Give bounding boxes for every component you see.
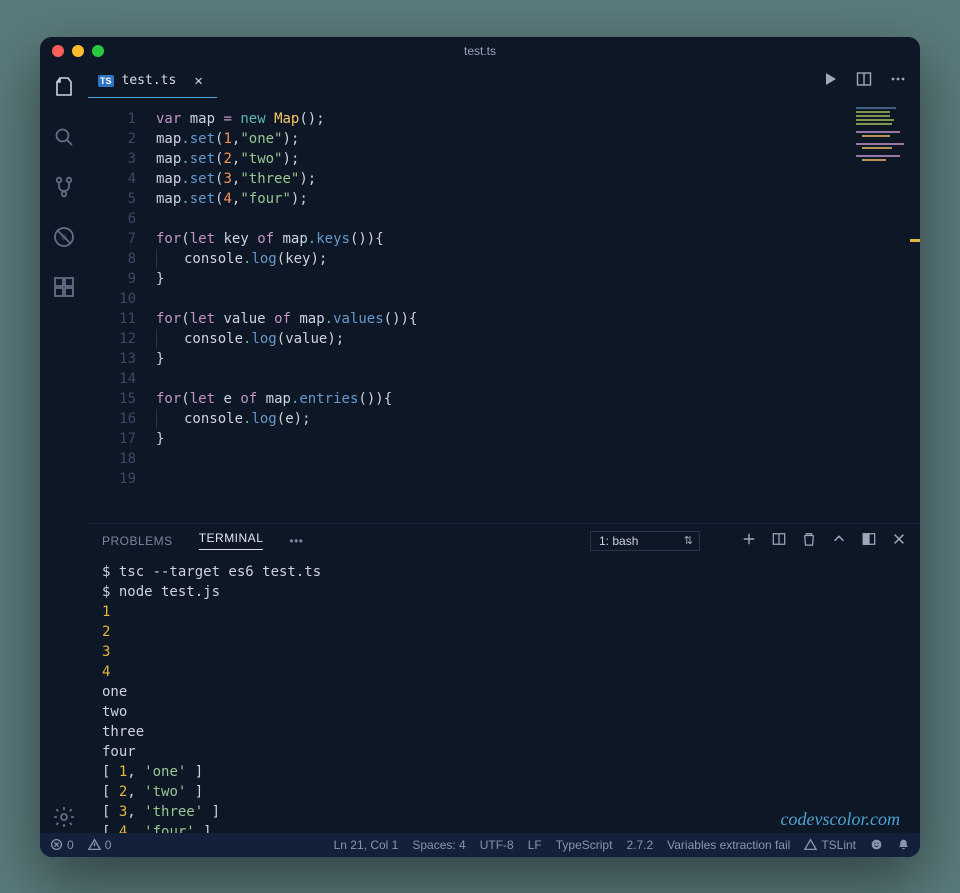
panel-tab-terminal[interactable]: TERMINAL bbox=[199, 531, 264, 550]
activity-bar bbox=[40, 65, 88, 833]
typescript-file-icon: TS bbox=[98, 75, 114, 87]
bottom-panel: PROBLEMS TERMINAL ••• 1: bash $ bbox=[88, 523, 920, 833]
panel-tab-more-icon[interactable]: ••• bbox=[289, 534, 303, 548]
status-warnings[interactable]: 0 bbox=[88, 838, 112, 852]
run-icon[interactable] bbox=[822, 71, 838, 91]
more-actions-icon[interactable] bbox=[890, 71, 906, 91]
code-editor[interactable]: 12345678910111213141516171819 var map = … bbox=[88, 99, 920, 523]
vscode-window: test.ts bbox=[40, 37, 920, 857]
kill-terminal-icon[interactable] bbox=[802, 532, 816, 549]
status-indentation[interactable]: Spaces: 4 bbox=[412, 838, 465, 852]
close-panel-icon[interactable] bbox=[892, 532, 906, 549]
minimap[interactable] bbox=[852, 105, 914, 185]
watermark: codevscolor.com bbox=[781, 809, 900, 829]
new-terminal-icon[interactable] bbox=[742, 532, 756, 549]
split-terminal-icon[interactable] bbox=[772, 532, 786, 549]
status-tslint[interactable]: TSLint bbox=[804, 838, 856, 852]
status-bell-icon[interactable] bbox=[897, 838, 910, 851]
status-cursor-position[interactable]: Ln 21, Col 1 bbox=[334, 838, 399, 852]
titlebar: test.ts bbox=[40, 37, 920, 65]
status-ts-version[interactable]: 2.7.2 bbox=[626, 838, 653, 852]
tab-label: test.ts bbox=[122, 73, 177, 88]
status-encoding[interactable]: UTF-8 bbox=[480, 838, 514, 852]
close-tab-icon[interactable]: ✕ bbox=[194, 73, 202, 89]
tab-test-ts[interactable]: TS test.ts ✕ bbox=[88, 65, 217, 98]
status-bar: 0 0 Ln 21, Col 1 Spaces: 4 UTF-8 LF Type… bbox=[40, 833, 920, 857]
chevron-up-icon[interactable] bbox=[832, 532, 846, 549]
maximize-panel-icon[interactable] bbox=[862, 532, 876, 549]
terminal-selector[interactable]: 1: bash bbox=[590, 531, 700, 551]
settings-gear-icon[interactable] bbox=[52, 805, 76, 833]
panel-tab-problems[interactable]: PROBLEMS bbox=[102, 534, 173, 548]
editor-tabbar: TS test.ts ✕ bbox=[88, 65, 920, 99]
explorer-icon[interactable] bbox=[52, 75, 76, 103]
status-language[interactable]: TypeScript bbox=[556, 838, 613, 852]
overview-ruler-mark bbox=[910, 239, 920, 242]
status-feedback-icon[interactable] bbox=[870, 838, 883, 851]
debug-icon[interactable] bbox=[52, 225, 76, 253]
status-errors[interactable]: 0 bbox=[50, 838, 74, 852]
split-editor-icon[interactable] bbox=[856, 71, 872, 91]
source-control-icon[interactable] bbox=[52, 175, 76, 203]
terminal-output[interactable]: $ tsc --target es6 test.ts$ node test.js… bbox=[88, 558, 920, 833]
search-icon[interactable] bbox=[52, 125, 76, 153]
window-title: test.ts bbox=[40, 44, 920, 58]
status-message[interactable]: Variables extraction fail bbox=[667, 838, 790, 852]
code-content[interactable]: var map = new Map();map.set(1,"one");map… bbox=[148, 99, 920, 523]
status-eol[interactable]: LF bbox=[528, 838, 542, 852]
line-number-gutter: 12345678910111213141516171819 bbox=[88, 99, 148, 523]
extensions-icon[interactable] bbox=[52, 275, 76, 303]
